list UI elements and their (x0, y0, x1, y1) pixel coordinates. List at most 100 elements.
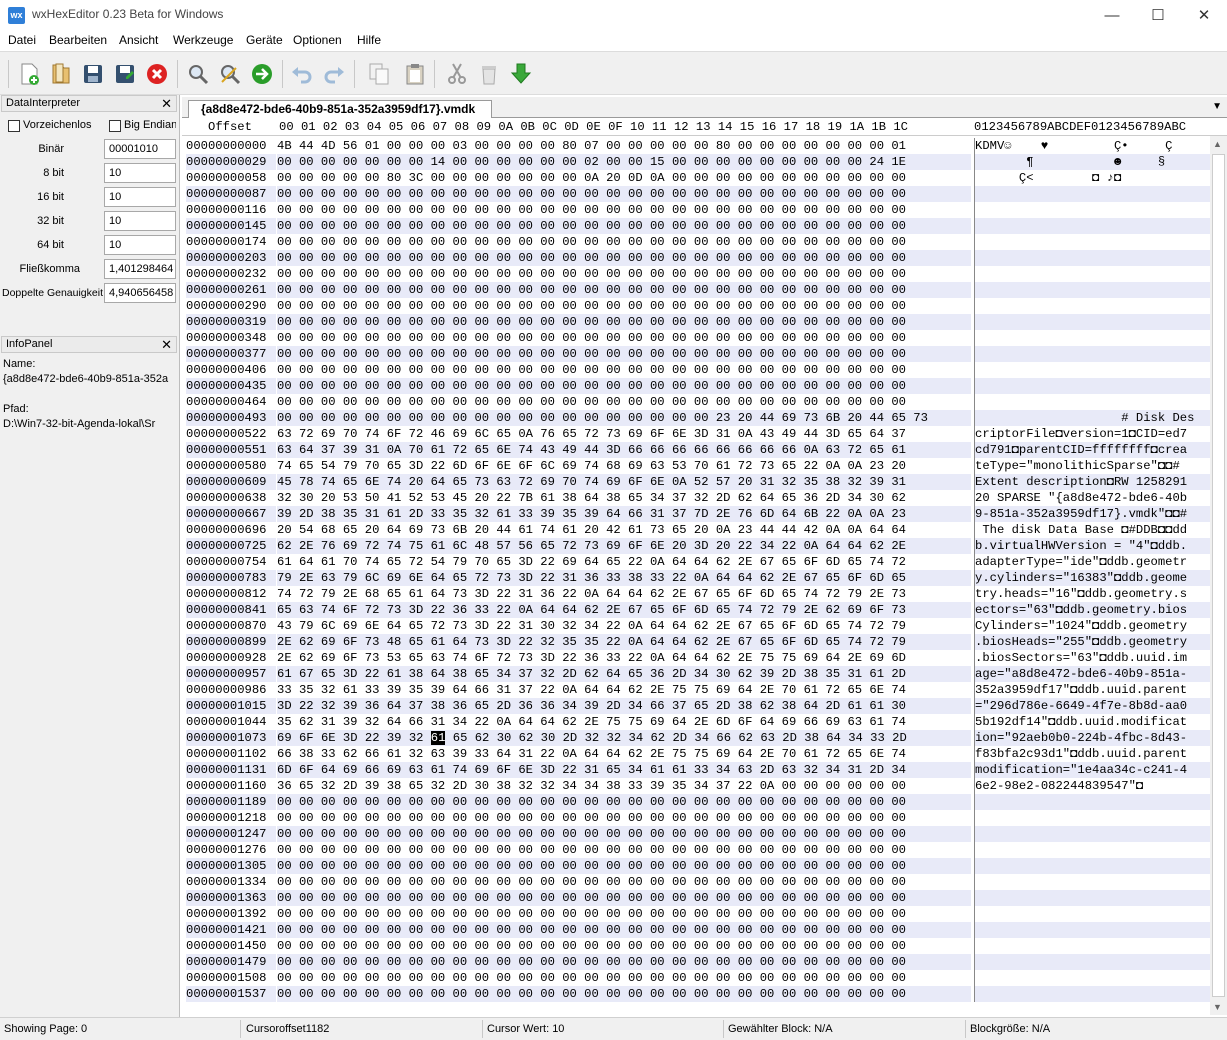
hex-row[interactable]: 61 67 65 3D 22 61 38 64 38 65 34 37 32 2… (277, 666, 971, 682)
hex-row[interactable]: 2E 62 69 6F 73 53 65 63 74 6F 72 73 3D 2… (277, 650, 971, 666)
hex-row[interactable]: 00 00 00 00 00 00 00 00 00 00 00 00 00 0… (277, 922, 971, 938)
hex-row[interactable]: 00 00 00 00 00 00 00 00 00 00 00 00 00 0… (277, 826, 971, 842)
text-row[interactable]: 352a3959df17"◘ddb.uuid.parent (975, 682, 1210, 698)
text-row[interactable]: adapterType="ide"◘ddb.geometr (975, 554, 1210, 570)
text-row[interactable] (975, 282, 1210, 298)
hex-byte[interactable]: 30 (497, 731, 512, 745)
hex-row[interactable]: 2E 62 69 6F 73 48 65 61 64 73 3D 22 32 3… (277, 634, 971, 650)
hex-row[interactable]: 79 2E 63 79 6C 69 6E 64 65 72 73 3D 22 3… (277, 570, 971, 586)
text-row[interactable] (975, 362, 1210, 378)
text-row[interactable]: f83bfa2c93d1"◘ddb.uuid.parent (975, 746, 1210, 762)
double-field[interactable]: 4,940656458 (104, 283, 176, 303)
scrollbar-thumb[interactable] (1212, 154, 1225, 997)
hex-row[interactable]: 3D 22 32 39 36 64 37 38 36 65 2D 36 36 3… (277, 698, 971, 714)
text-row[interactable] (975, 954, 1210, 970)
hex-row[interactable]: 00 00 00 00 00 00 00 00 00 00 00 00 00 0… (277, 842, 971, 858)
hex-row[interactable]: 74 72 79 2E 68 65 61 64 73 3D 22 31 36 2… (277, 586, 971, 602)
scroll-down-icon[interactable]: ▼ (1213, 1002, 1222, 1012)
hex-row[interactable]: 4B 44 4D 56 01 00 00 00 03 00 00 00 00 8… (277, 138, 971, 154)
text-row[interactable] (975, 874, 1210, 890)
text-row[interactable]: try.heads="16"◘ddb.geometry.s (975, 586, 1210, 602)
text-row[interactable] (975, 794, 1210, 810)
hex-row[interactable]: 36 65 32 2D 39 38 65 32 2D 30 38 32 32 3… (277, 778, 971, 794)
hex-byte[interactable]: 64 (826, 731, 841, 745)
text-row[interactable] (975, 378, 1210, 394)
hex-byte[interactable]: 22 (365, 731, 380, 745)
hex-row[interactable]: 63 64 37 39 31 0A 70 61 72 65 6E 74 43 4… (277, 442, 971, 458)
save-icon[interactable] (81, 62, 105, 86)
8bit-field[interactable]: 10 (104, 163, 176, 183)
16bit-field[interactable]: 10 (104, 187, 176, 207)
text-row[interactable] (975, 298, 1210, 314)
hex-byte[interactable]: 38 (804, 731, 819, 745)
open-file-icon[interactable] (49, 62, 73, 86)
hex-row[interactable]: 62 2E 76 69 72 74 75 61 6C 48 57 56 65 7… (277, 538, 971, 554)
close-window-button[interactable]: ✕ (1181, 0, 1227, 31)
goto-icon[interactable] (250, 62, 274, 86)
hex-row[interactable]: 35 62 31 39 32 64 66 31 34 22 0A 64 64 6… (277, 714, 971, 730)
text-row[interactable]: 6e2-98e2-082244839547"◘ (975, 778, 1210, 794)
hex-byte[interactable]: 32 (409, 731, 424, 745)
hex-row[interactable]: 00 00 00 00 00 00 00 00 00 00 00 00 00 0… (277, 250, 971, 266)
hex-row[interactable]: 45 78 74 65 6E 74 20 64 65 73 63 72 69 7… (277, 474, 971, 490)
text-row[interactable] (975, 218, 1210, 234)
text-row[interactable]: KDMV☺ ♥ Ç• Ç ☺ (975, 138, 1210, 154)
hex-row[interactable]: 61 64 61 70 74 65 72 54 79 70 65 3D 22 6… (277, 554, 971, 570)
hex-byte[interactable]: 69 (277, 731, 292, 745)
hex-byte[interactable]: 34 (694, 731, 709, 745)
text-row[interactable] (975, 890, 1210, 906)
text-row[interactable] (975, 938, 1210, 954)
hex-byte[interactable]: 63 (760, 731, 775, 745)
text-row[interactable] (975, 314, 1210, 330)
hex-row[interactable]: 00 00 00 00 00 00 00 00 00 00 00 00 00 0… (277, 186, 971, 202)
hex-row[interactable]: 00 00 00 00 00 00 00 00 00 00 00 00 00 0… (277, 314, 971, 330)
hex-row[interactable]: 00 00 00 00 00 00 00 00 00 00 00 00 00 0… (277, 938, 971, 954)
hex-byte[interactable]: 66 (716, 731, 731, 745)
text-row[interactable]: Cylinders="1024"◘ddb.geometry (975, 618, 1210, 634)
hex-byte[interactable]: 62 (475, 731, 490, 745)
text-row[interactable]: age="a8d8e472-bde6-40b9-851a- (975, 666, 1210, 682)
hex-row[interactable]: 00 00 00 00 00 00 00 00 00 00 00 00 00 0… (277, 378, 971, 394)
hex-row[interactable]: 00 00 00 00 00 80 3C 00 00 00 00 00 00 0… (277, 170, 971, 186)
hex-row[interactable]: 00 00 00 00 00 00 00 00 00 00 00 00 00 0… (277, 330, 971, 346)
find-replace-icon[interactable] (218, 62, 242, 86)
hex-row[interactable]: 69 6F 6E 3D 22 39 32 61 65 62 30 62 30 2… (277, 730, 971, 746)
hex-byte[interactable]: 6F (299, 731, 314, 745)
text-row[interactable] (975, 970, 1210, 986)
hex-byte[interactable]: 2D (563, 731, 578, 745)
text-row[interactable]: ="296d786e-6649-4f7e-8b8d-aa0 (975, 698, 1210, 714)
32bit-field[interactable]: 10 (104, 211, 176, 231)
hex-row[interactable]: 32 30 20 53 50 41 52 53 45 20 22 7B 61 3… (277, 490, 971, 506)
hex-row[interactable]: 00 00 00 00 00 00 00 00 00 00 00 00 00 0… (277, 874, 971, 890)
hex-column[interactable]: 4B 44 4D 56 01 00 00 00 03 00 00 00 00 8… (277, 138, 971, 1002)
hex-byte[interactable]: 6E (321, 731, 336, 745)
infopanel-close-icon[interactable]: ✕ (161, 337, 172, 352)
save-as-icon[interactable] (113, 62, 137, 86)
new-file-icon[interactable] (17, 62, 41, 86)
hex-byte[interactable]: 62 (650, 731, 665, 745)
copy-icon[interactable] (367, 62, 391, 86)
hex-row[interactable]: 00 00 00 00 00 00 00 00 00 00 00 00 00 0… (277, 986, 971, 1002)
menu-hilfe[interactable]: Hilfe (357, 33, 381, 47)
minimize-button[interactable]: — (1089, 0, 1135, 31)
text-row[interactable] (975, 234, 1210, 250)
text-row[interactable] (975, 858, 1210, 874)
delete-icon[interactable] (477, 62, 501, 86)
text-row[interactable]: ¶ ☻ § $▲ (975, 154, 1210, 170)
hex-row[interactable]: 00 00 00 00 00 00 00 00 00 00 00 00 00 0… (277, 346, 971, 362)
menu-optionen[interactable]: Optionen (293, 33, 342, 47)
text-row[interactable] (975, 186, 1210, 202)
hex-byte[interactable]: 65 (453, 731, 468, 745)
text-row[interactable]: 5b192df14"◘ddb.uuid.modificat (975, 714, 1210, 730)
menu-werkzeuge[interactable]: Werkzeuge (173, 33, 233, 47)
hex-row[interactable]: 43 79 6C 69 6E 64 65 72 73 3D 22 31 30 3… (277, 618, 971, 634)
insert-icon[interactable] (509, 62, 533, 86)
menu-ansicht[interactable]: Ansicht (119, 33, 158, 47)
text-row[interactable]: cd791◘parentCID=ffffffff◘crea (975, 442, 1210, 458)
hex-byte[interactable]: 34 (848, 731, 863, 745)
hex-byte[interactable]: 62 (738, 731, 753, 745)
float-field[interactable]: 1,401298464 (104, 259, 176, 279)
tab-dropdown-icon[interactable]: ▼ (1212, 101, 1222, 112)
hex-row[interactable]: 00 00 00 00 00 00 00 00 00 00 00 00 00 0… (277, 266, 971, 282)
hex-row[interactable]: 00 00 00 00 00 00 00 00 00 00 00 00 00 0… (277, 410, 971, 426)
